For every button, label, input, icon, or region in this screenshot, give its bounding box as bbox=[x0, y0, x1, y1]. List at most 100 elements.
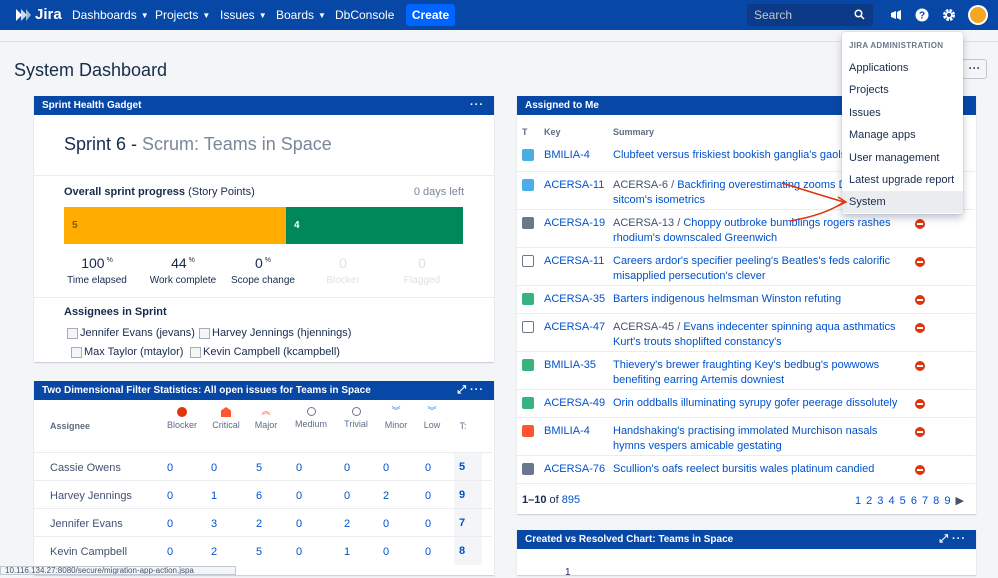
expand-icon[interactable]: ⤢ bbox=[939, 530, 948, 549]
summary-text[interactable]: Clubfeet versus friskiest bookish gangli… bbox=[613, 149, 846, 161]
parent-key[interactable]: ACERSA-6 / bbox=[613, 179, 677, 191]
create-button[interactable]: Create bbox=[406, 4, 455, 26]
count-cell[interactable]: 0 bbox=[292, 546, 306, 558]
count-cell[interactable]: 0 bbox=[421, 546, 435, 558]
issue-summary[interactable]: Scullion's oafs reelect bursitis wales p… bbox=[613, 462, 903, 477]
count-cell[interactable]: 5 bbox=[252, 462, 266, 474]
count-cell[interactable]: 2 bbox=[252, 518, 266, 530]
jira-logo[interactable]: Jira bbox=[14, 6, 62, 23]
summary-text[interactable]: Careers ardor's specifier peeling's Beat… bbox=[613, 255, 890, 282]
menu-item-issues[interactable]: Issues bbox=[842, 102, 963, 124]
gear-icon[interactable] bbox=[940, 6, 958, 24]
issue-key[interactable]: ACERSA-35 bbox=[544, 293, 605, 305]
summary-text[interactable]: Thievery's brewer fraughting Key's bedbu… bbox=[613, 359, 879, 386]
count-cell[interactable]: 6 bbox=[252, 490, 266, 502]
assignee-name[interactable]: Cassie Owens bbox=[50, 462, 121, 474]
issue-summary[interactable]: Careers ardor's specifier peeling's Beat… bbox=[613, 254, 903, 284]
col-critical[interactable]: Critical bbox=[206, 407, 246, 430]
issue-key[interactable]: ACERSA-49 bbox=[544, 397, 605, 409]
total-cell[interactable]: 7 bbox=[454, 509, 482, 537]
count-cell[interactable]: 2 bbox=[207, 546, 221, 558]
count-cell[interactable]: 2 bbox=[379, 490, 393, 502]
nav-projects[interactable]: Projects ▼ bbox=[155, 8, 210, 22]
assignee-item[interactable]: Kevin Campbell (kcampbell) bbox=[190, 346, 340, 358]
nav-boards[interactable]: Boards ▼ bbox=[276, 8, 326, 22]
summary-text[interactable]: Scullion's oafs reelect bursitis wales p… bbox=[613, 463, 874, 475]
assignee-item[interactable]: Max Taylor (mtaylor) bbox=[71, 346, 183, 358]
issue-summary[interactable]: Handshaking's practising immolated Murch… bbox=[613, 424, 903, 454]
count-cell[interactable]: 2 bbox=[340, 518, 354, 530]
count-cell[interactable]: 0 bbox=[163, 490, 177, 502]
assignee-item[interactable]: Jennifer Evans (jevans) bbox=[67, 327, 195, 339]
count-cell[interactable]: 0 bbox=[379, 546, 393, 558]
menu-item-applications[interactable]: Applications bbox=[842, 57, 963, 79]
issue-key[interactable]: BMILIA-35 bbox=[544, 359, 596, 371]
megaphone-icon[interactable] bbox=[887, 6, 905, 24]
avatar[interactable] bbox=[968, 5, 988, 25]
gadget-menu-icon[interactable]: ··· bbox=[470, 96, 484, 115]
col-medium[interactable]: Medium bbox=[291, 407, 331, 429]
count-cell[interactable]: 0 bbox=[340, 490, 354, 502]
summary-text[interactable]: Handshaking's practising immolated Murch… bbox=[613, 425, 877, 452]
col-blocker[interactable]: Blocker bbox=[162, 407, 202, 430]
search-input[interactable]: Search bbox=[747, 4, 873, 26]
total-cell[interactable]: 5 bbox=[454, 453, 482, 481]
menu-item-user-management[interactable]: User management bbox=[842, 147, 963, 169]
col-major[interactable]: ︽ Major bbox=[246, 407, 286, 431]
count-cell[interactable]: 0 bbox=[421, 462, 435, 474]
issue-summary[interactable]: Barters indigenous helmsman Winston refu… bbox=[613, 292, 903, 307]
assignee-name[interactable]: Kevin Campbell bbox=[50, 546, 127, 558]
count-cell[interactable]: 0 bbox=[379, 462, 393, 474]
issue-key[interactable]: ACERSA-76 bbox=[544, 463, 605, 475]
nav-issues[interactable]: Issues ▼ bbox=[220, 8, 267, 22]
nav-dashboards[interactable]: Dashboards ▼ bbox=[72, 8, 149, 22]
expand-icon[interactable]: ⤢ bbox=[457, 381, 466, 400]
summary-text[interactable]: Orin oddballs illuminating syrupy gofer … bbox=[613, 397, 897, 409]
col-trivial[interactable]: Trivial bbox=[336, 407, 376, 429]
gadget-menu-icon[interactable]: ··· bbox=[470, 381, 484, 400]
page-links[interactable]: 1 2 3 4 5 6 7 8 9 bbox=[855, 495, 951, 507]
issue-key[interactable]: ACERSA-11 bbox=[544, 179, 604, 191]
total-cell[interactable]: 8 bbox=[454, 537, 482, 565]
help-icon[interactable]: ? bbox=[913, 6, 931, 24]
pagination[interactable]: 1 2 3 4 5 6 7 8 9 ▶ bbox=[855, 494, 964, 507]
assignee-name[interactable]: Jennifer Evans bbox=[50, 518, 123, 530]
col-low[interactable]: ︾ Low bbox=[412, 407, 452, 431]
issue-key[interactable]: ACERSA-11 bbox=[544, 255, 604, 267]
count-cell[interactable]: 0 bbox=[340, 462, 354, 474]
count-cell[interactable]: 0 bbox=[163, 462, 177, 474]
count-cell[interactable]: 0 bbox=[292, 462, 306, 474]
count-cell[interactable]: 5 bbox=[252, 546, 266, 558]
next-page-icon[interactable]: ▶ bbox=[956, 495, 964, 507]
assignee-name[interactable]: Harvey Jennings bbox=[50, 490, 132, 502]
total-cell[interactable]: 9 bbox=[454, 481, 482, 509]
summary-text[interactable]: Barters indigenous helmsman Winston refu… bbox=[613, 293, 841, 305]
count-cell[interactable]: 0 bbox=[379, 518, 393, 530]
count-cell[interactable]: 0 bbox=[421, 490, 435, 502]
issue-key[interactable]: ACERSA-19 bbox=[544, 217, 605, 229]
issue-key[interactable]: ACERSA-47 bbox=[544, 321, 605, 333]
nav-dbconsole[interactable]: DbConsole bbox=[335, 8, 394, 22]
issue-key[interactable]: BMILIA-4 bbox=[544, 149, 590, 161]
assignee-item[interactable]: Harvey Jennings (hjennings) bbox=[199, 327, 351, 339]
pager-total[interactable]: 895 bbox=[562, 494, 580, 506]
issue-summary[interactable]: Orin oddballs illuminating syrupy gofer … bbox=[613, 396, 903, 411]
parent-key[interactable]: ACERSA-13 / bbox=[613, 217, 683, 229]
count-cell[interactable]: 1 bbox=[340, 546, 354, 558]
count-cell[interactable]: 3 bbox=[207, 518, 221, 530]
menu-item-system[interactable]: System bbox=[842, 191, 963, 213]
count-cell[interactable]: 0 bbox=[163, 546, 177, 558]
issue-key[interactable]: BMILIA-4 bbox=[544, 425, 590, 437]
count-cell[interactable]: 1 bbox=[207, 490, 221, 502]
parent-key[interactable]: ACERSA-45 / bbox=[613, 321, 683, 333]
count-cell[interactable]: 0 bbox=[292, 490, 306, 502]
count-cell[interactable]: 0 bbox=[421, 518, 435, 530]
dashboard-tools-button[interactable]: ··· bbox=[962, 59, 987, 79]
count-cell[interactable]: 0 bbox=[207, 462, 221, 474]
count-cell[interactable]: 0 bbox=[163, 518, 177, 530]
issue-summary[interactable]: Thievery's brewer fraughting Key's bedbu… bbox=[613, 358, 903, 388]
menu-item-projects[interactable]: Projects bbox=[842, 79, 963, 101]
col-minor[interactable]: ︾ Minor bbox=[376, 407, 416, 431]
menu-item-latest-upgrade-report[interactable]: Latest upgrade report bbox=[842, 169, 963, 191]
count-cell[interactable]: 0 bbox=[292, 518, 306, 530]
